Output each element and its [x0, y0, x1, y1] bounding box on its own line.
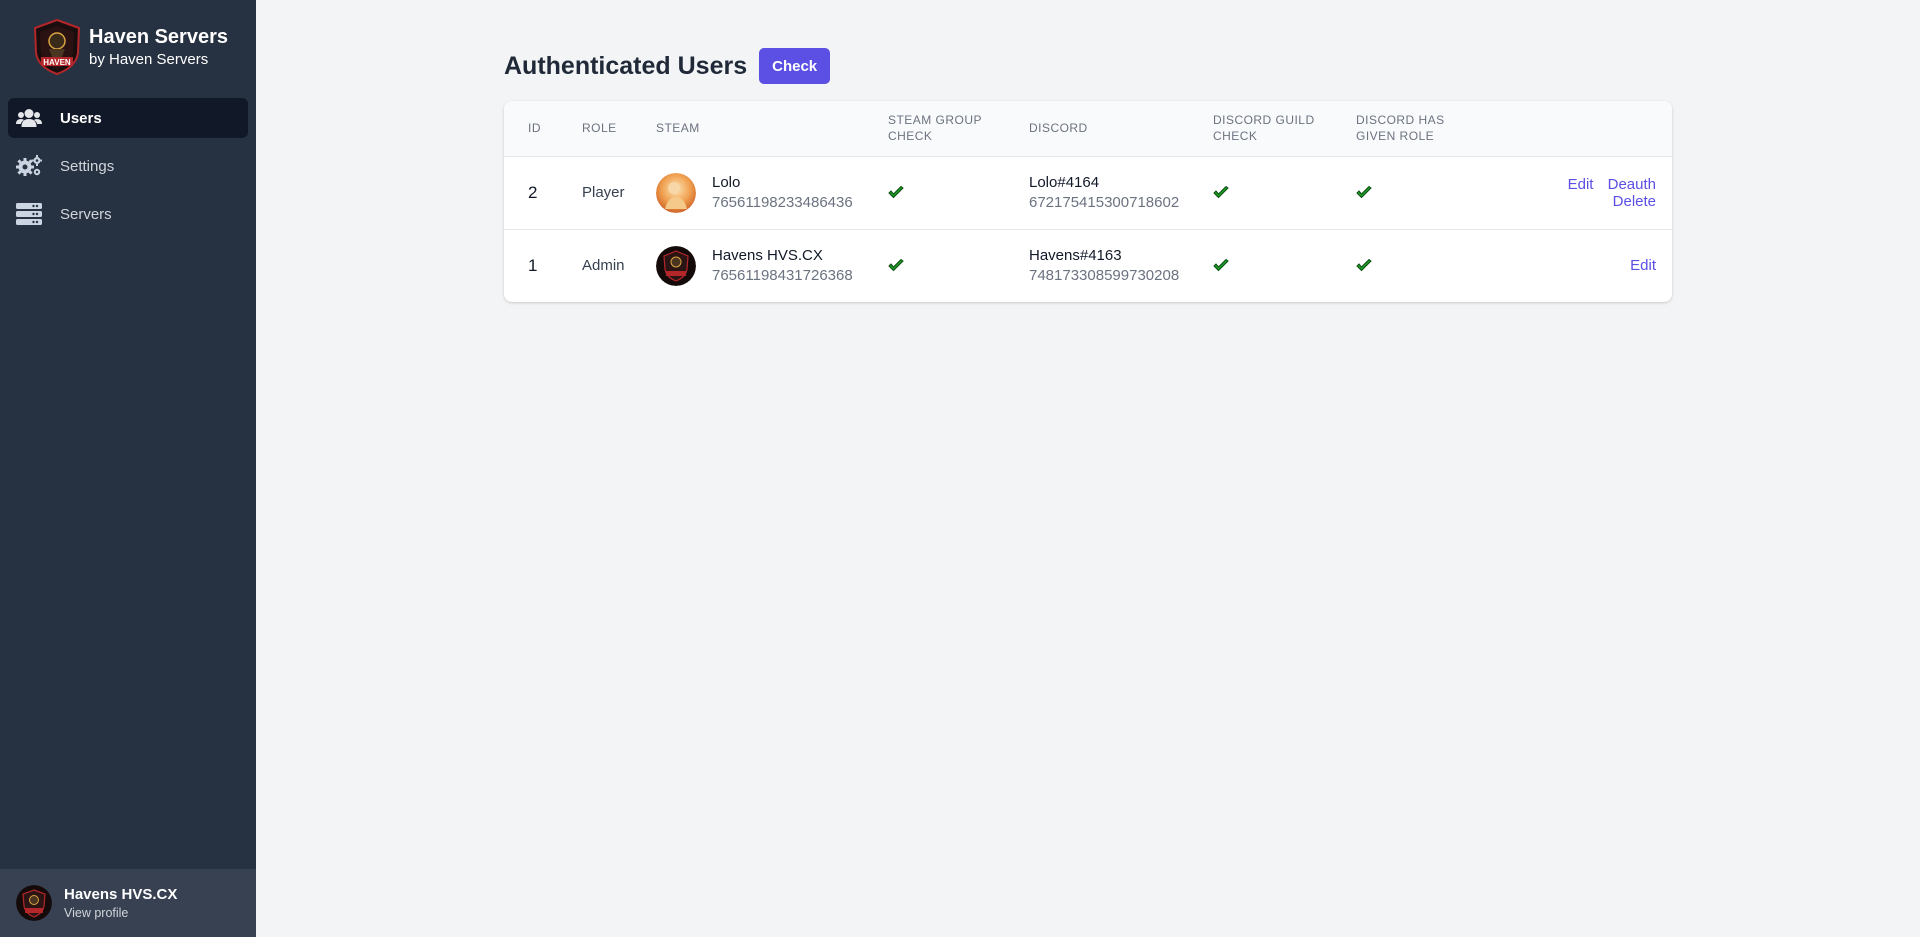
- steam-group-check-cell: [888, 229, 1029, 302]
- discord-cell: Lolo#4164 672175415300718602: [1029, 156, 1213, 229]
- header-discord: Discord: [1029, 121, 1088, 136]
- profile-card[interactable]: Havens HVS.CX View profile: [0, 869, 256, 937]
- view-profile-link[interactable]: View profile: [64, 905, 177, 921]
- discord-guild-check-cell: [1213, 156, 1356, 229]
- discord-id: 672175415300718602: [1029, 193, 1180, 211]
- discord-cell: Havens#4163 748173308599730208: [1029, 229, 1213, 302]
- discord-id: 748173308599730208: [1029, 266, 1180, 284]
- edit-link[interactable]: Edit: [1630, 257, 1656, 274]
- steam-name: Lolo: [712, 173, 741, 191]
- steam-cell: Lolo 76561198233486436: [656, 156, 888, 229]
- user-role: Player: [582, 184, 625, 201]
- header-steam-group-check: Steam Group Check: [888, 101, 1029, 156]
- sidebar-item-users[interactable]: Users: [8, 98, 248, 138]
- checkmark-icon: [1356, 186, 1506, 199]
- haven-logo-icon: HAVEN: [33, 19, 81, 75]
- steam-id: 76561198431726368: [712, 266, 853, 284]
- brand-title: Haven Servers: [89, 25, 228, 48]
- header-line: Given Role: [1356, 129, 1435, 144]
- brand: HAVEN Haven Servers by Haven Servers: [32, 19, 228, 75]
- steam-group-check-cell: [888, 156, 1029, 229]
- header-role: Role: [582, 121, 617, 136]
- discord-name: Havens#4163: [1029, 246, 1122, 264]
- header-discord-has-given-role: Discord Has Given Role: [1356, 101, 1506, 156]
- discord-has-given-role-cell: [1356, 229, 1506, 302]
- server-icon: [16, 203, 42, 225]
- gears-icon: [16, 155, 42, 177]
- page-title: Authenticated Users: [504, 51, 748, 80]
- header-actions: [1506, 101, 1672, 156]
- actions-cell: Edit Deauth Delete: [1506, 156, 1672, 229]
- header-line: Discord Has: [1356, 113, 1445, 128]
- sidebar-item-settings[interactable]: Settings: [8, 146, 248, 186]
- table-row: 2 Player Lolo 76561198233486436 Lolo#416…: [504, 156, 1672, 229]
- sidebar-item-label: Settings: [60, 157, 115, 175]
- sidebar-item-label: Servers: [60, 205, 112, 223]
- steam-cell: Havens HVS.CX 76561198431726368: [656, 229, 888, 302]
- discord-has-given-role-cell: [1356, 156, 1506, 229]
- avatar: [16, 885, 52, 921]
- discord-name: Lolo#4164: [1029, 173, 1100, 191]
- users-table-card: ID Role Steam Steam Group Check Discord …: [504, 101, 1672, 302]
- users-table: ID Role Steam Steam Group Check Discord …: [504, 101, 1672, 302]
- check-button[interactable]: Check: [759, 48, 831, 84]
- edit-link[interactable]: Edit: [1568, 176, 1594, 193]
- checkmark-icon: [1213, 186, 1356, 199]
- header-line: Check: [888, 129, 933, 144]
- sidebar-item-servers[interactable]: Servers: [8, 194, 248, 234]
- steam-id: 76561198233486436: [712, 193, 853, 211]
- sidebar-item-label: Users: [60, 109, 102, 127]
- page-header: Authenticated Users Check: [504, 48, 831, 84]
- sidebar-nav: Users Settings Servers: [8, 98, 248, 242]
- users-icon: [16, 107, 42, 129]
- user-role: Admin: [582, 257, 625, 275]
- user-id: 1: [528, 255, 538, 275]
- header-line: Discord Guild: [1213, 113, 1315, 128]
- svg-text:HAVEN: HAVEN: [43, 58, 71, 67]
- profile-name: Havens HVS.CX: [64, 885, 178, 903]
- deauth-link[interactable]: Deauth: [1608, 176, 1656, 193]
- avatar: [656, 245, 696, 286]
- user-id: 2: [528, 182, 538, 202]
- checkmark-icon: [1356, 259, 1506, 272]
- header-line: Check: [1213, 129, 1258, 144]
- sidebar: HAVEN Haven Servers by Haven Servers Use…: [0, 0, 256, 937]
- checkmark-icon: [888, 259, 1029, 272]
- header-steam: Steam: [656, 121, 700, 136]
- avatar: [656, 172, 696, 213]
- delete-link[interactable]: Delete: [1613, 193, 1656, 210]
- table-header-row: ID Role Steam Steam Group Check Discord …: [504, 101, 1672, 156]
- table-row: 1 Admin Havens HVS.CX 76561198431726368 …: [504, 229, 1672, 302]
- steam-name: Havens HVS.CX: [712, 246, 823, 264]
- brand-subtitle: by Haven Servers: [89, 50, 209, 68]
- actions-cell: Edit: [1506, 229, 1672, 302]
- checkmark-icon: [888, 186, 1029, 199]
- header-id: ID: [528, 121, 541, 136]
- checkmark-icon: [1213, 259, 1356, 272]
- discord-guild-check-cell: [1213, 229, 1356, 302]
- header-discord-guild-check: Discord Guild Check: [1213, 101, 1356, 156]
- header-line: Steam Group: [888, 113, 982, 128]
